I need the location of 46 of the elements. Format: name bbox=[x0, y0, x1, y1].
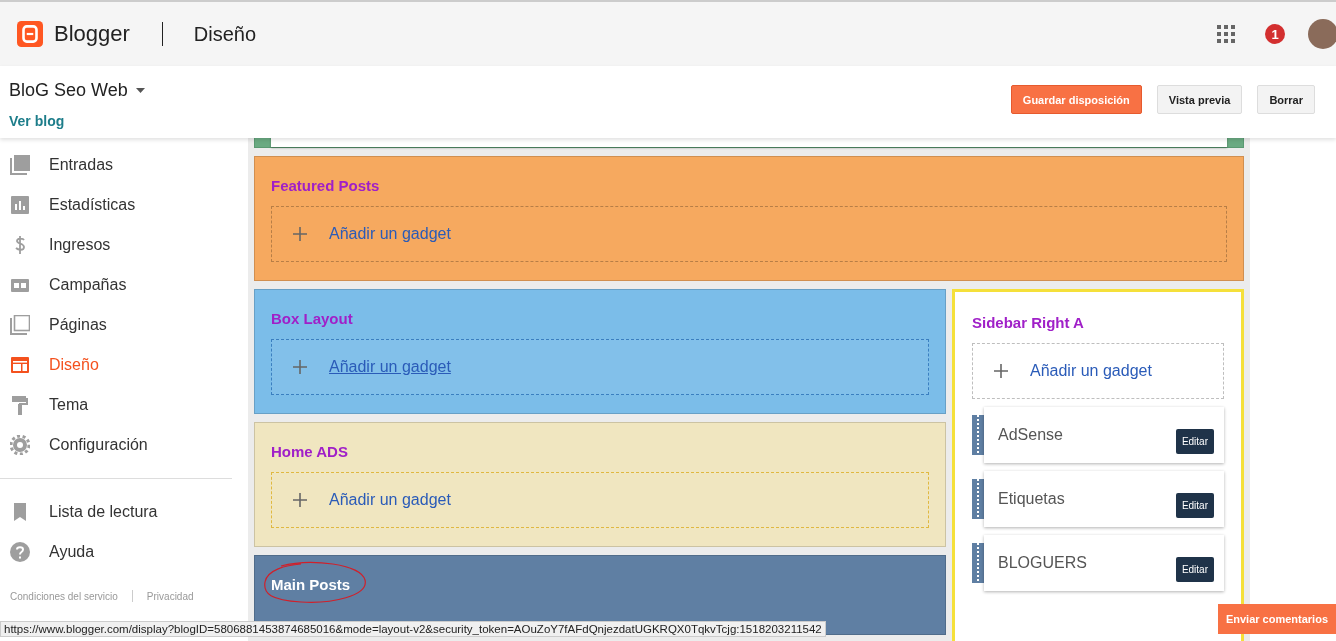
paint-roller-icon bbox=[10, 395, 30, 415]
settings-icon bbox=[10, 435, 30, 455]
apps-grid-icon[interactable] bbox=[1217, 25, 1235, 43]
nav-item[interactable]: Ayuda bbox=[0, 532, 248, 572]
logo-icon bbox=[17, 21, 43, 47]
pages-icon bbox=[10, 315, 30, 335]
nav-item[interactable]: Configuración bbox=[0, 425, 248, 465]
posts-icon bbox=[10, 155, 30, 175]
bar-chart-icon bbox=[10, 195, 30, 215]
section-title: Main Posts bbox=[271, 576, 352, 593]
nav-item[interactable]: Lista de lectura bbox=[0, 492, 248, 532]
nav-item[interactable]: Campañas bbox=[0, 265, 248, 305]
section-title: Home ADS bbox=[271, 443, 349, 460]
section-title: Box Layout bbox=[271, 310, 354, 327]
view-blog-link[interactable]: Ver blog bbox=[9, 113, 145, 129]
notification-badge[interactable]: 1 bbox=[1265, 24, 1285, 44]
nav-item[interactable]: Tema bbox=[0, 385, 248, 425]
gadget-name: BLOGUERS bbox=[998, 554, 1087, 573]
plus-icon bbox=[293, 227, 307, 241]
page-title: Diseño bbox=[193, 22, 257, 46]
blog-selector[interactable]: BloG Seo Web bbox=[9, 80, 128, 101]
help-icon bbox=[10, 542, 30, 562]
gadget-name: Etiquetas bbox=[998, 490, 1065, 509]
nav-item[interactable]: Estadísticas bbox=[0, 185, 248, 225]
plus-icon bbox=[293, 493, 307, 507]
action-button[interactable]: Borrar bbox=[1257, 85, 1315, 114]
plus-icon bbox=[994, 364, 1008, 378]
nav-item[interactable]: Páginas bbox=[0, 305, 248, 345]
app-name: Blogger bbox=[54, 21, 130, 47]
edit-button[interactable]: Editar bbox=[1175, 429, 1214, 454]
edit-button[interactable]: Editar bbox=[1175, 557, 1214, 582]
dropdown-caret-icon[interactable] bbox=[135, 88, 145, 93]
gadget-name: AdSense bbox=[998, 426, 1063, 445]
section-title: Featured Posts bbox=[271, 177, 381, 194]
add-gadget-button[interactable]: Añadir un gadget bbox=[972, 343, 1224, 399]
section-title: Sidebar Right A bbox=[972, 314, 1085, 331]
nav-item[interactable]: Ingresos bbox=[0, 225, 248, 265]
action-button[interactable]: Vista previa bbox=[1156, 85, 1243, 114]
add-gadget-button[interactable]: Añadir un gadget bbox=[271, 472, 929, 528]
edit-button[interactable]: Editar bbox=[1175, 493, 1214, 518]
layout-icon bbox=[10, 355, 30, 375]
plus-icon bbox=[293, 360, 307, 374]
avatar[interactable] bbox=[1308, 19, 1336, 49]
nav-item[interactable]: Diseño bbox=[0, 345, 248, 385]
nav-item[interactable]: Entradas bbox=[0, 145, 248, 185]
status-url: https://www.blogger.com/display?blogID=5806881453874685016&mode=layout-v2&security_token=AOuZoY7fAFdQnjezdatUGKRQX0TqkvTcjg:1518203211542 bbox=[0, 621, 826, 637]
